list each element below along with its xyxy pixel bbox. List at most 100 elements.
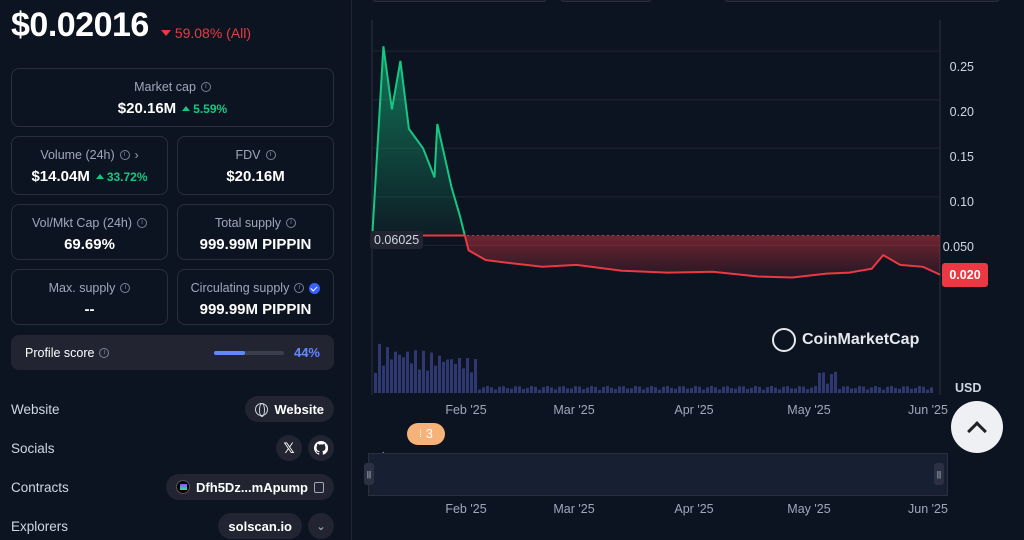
volume-bar: [610, 387, 613, 393]
price-chart[interactable]: 0.25 0.20 0.15 0.10 0.050 0.06025 0.020 …: [352, 0, 1024, 540]
volume-bar: [486, 386, 489, 393]
info-icon[interactable]: i: [294, 283, 305, 293]
explorers-row: Explorers solscan.io ⌄: [11, 512, 334, 540]
volume-bar: [930, 387, 933, 393]
volume-bar: [906, 386, 909, 393]
info-icon[interactable]: i: [200, 82, 211, 92]
y-tick-label: 0.15: [949, 150, 974, 164]
volume-bar: [862, 386, 865, 393]
event-marker[interactable]: ⁞ 3: [407, 423, 445, 445]
volume-bar: [694, 386, 697, 393]
volume-bar: [450, 359, 453, 393]
copy-icon[interactable]: [314, 481, 324, 493]
volume-value: $14.04M: [31, 168, 90, 185]
socials-label: Socials: [11, 440, 55, 456]
volume-bar: [510, 388, 513, 393]
volume-bar: [414, 350, 417, 393]
volume-bar: [418, 369, 421, 393]
volume-bar: [614, 389, 617, 393]
chevron-down-icon[interactable]: ⌄: [308, 513, 334, 539]
volume-change-text: 33.72%: [106, 169, 148, 184]
volume-card[interactable]: Volume (24h) i › $14.04M 33.72%: [11, 136, 168, 195]
explorers-links: solscan.io ⌄: [218, 513, 334, 539]
current-price-badge: 0.020: [942, 263, 988, 287]
volume-bar: [598, 389, 601, 393]
info-icon[interactable]: i: [120, 283, 131, 293]
volume-bar: [606, 386, 609, 393]
chevron-up-icon: [967, 420, 987, 441]
volume-bar: [686, 388, 689, 393]
volume-bar: [626, 388, 629, 393]
volume-bar: [374, 373, 377, 393]
volume-bar: [546, 386, 549, 393]
volume-bar: [902, 386, 905, 393]
volume-bar: [566, 388, 569, 393]
verified-icon: [309, 282, 321, 294]
volume-bar: [682, 386, 685, 393]
contract-button[interactable]: Dfh5Dz...mApump: [166, 474, 334, 500]
explorer-button[interactable]: solscan.io: [218, 513, 302, 539]
max-supply-card: Max. supply i --: [11, 269, 168, 325]
volume-bar: [518, 386, 521, 393]
volume-bar: [706, 387, 709, 393]
volume-bar: [746, 388, 749, 393]
volume-bar: [738, 386, 741, 393]
x-twitter-icon[interactable]: 𝕏: [276, 435, 302, 461]
contracts-row: Contracts Dfh5Dz...mApump: [11, 473, 334, 501]
volume-bar: [702, 389, 705, 393]
max-supply-label: Max. supply: [48, 281, 116, 295]
caret-up-icon: [182, 106, 191, 111]
volume-bar: [674, 388, 677, 393]
info-icon[interactable]: i: [119, 150, 130, 160]
volume-bar: [802, 386, 805, 393]
event-icon: ⁞: [419, 428, 422, 440]
fdv-card: FDV i $20.16M: [177, 136, 334, 195]
info-icon[interactable]: i: [137, 218, 148, 228]
profile-score[interactable]: Profile score i 44%: [11, 335, 334, 370]
volume-bar: [634, 386, 637, 393]
y-tick-label: 0.10: [949, 195, 974, 209]
info-icon[interactable]: i: [265, 150, 276, 160]
info-icon[interactable]: i: [286, 218, 296, 228]
volume-bar: [398, 354, 401, 393]
volume-bar: [874, 386, 877, 393]
y-tick-label: 0.20: [949, 105, 974, 119]
volume-bar: [558, 386, 561, 393]
volume-bar: [926, 389, 929, 393]
volume-bar: [786, 386, 789, 393]
volume-bar: [886, 386, 889, 393]
market-cap-change: 5.59%: [182, 102, 227, 116]
volume-bar: [542, 387, 545, 393]
volume-bar: [522, 388, 525, 393]
website-label: Website: [11, 401, 60, 417]
vol-mkt-label: Vol/Mkt Cap (24h): [31, 216, 133, 230]
volume-bar: [922, 386, 925, 393]
volume-bar: [818, 372, 821, 393]
x-tick-label: Feb '25: [445, 403, 487, 417]
volume-bar: [870, 387, 873, 393]
info-icon[interactable]: i: [99, 347, 110, 358]
volume-bar: [798, 386, 801, 393]
volume-bar: [434, 365, 437, 393]
volume-bar: [498, 386, 501, 393]
nav-x-tick-label: Jun '25: [908, 502, 948, 516]
price-change: 59.08% (All): [160, 25, 252, 41]
volume-bar: [898, 388, 901, 393]
market-cap-label: Market cap: [134, 80, 196, 94]
volume-bar: [762, 389, 765, 393]
website-button[interactable]: Website: [245, 396, 334, 422]
range-navigator[interactable]: [368, 453, 948, 496]
range-handle-right[interactable]: ||: [934, 463, 944, 485]
volume-bar: [754, 386, 757, 393]
circulating-supply-value: 999.99M PIPPIN: [199, 301, 312, 318]
market-cap-change-text: 5.59%: [193, 101, 228, 116]
volume-bar: [502, 386, 505, 393]
volume-bar: [726, 386, 729, 393]
range-handle-left[interactable]: ||: [364, 463, 374, 485]
price-change-text: 59.08% (All): [174, 25, 252, 41]
github-icon[interactable]: [308, 435, 334, 461]
scroll-to-top-button[interactable]: [951, 401, 1003, 453]
volume-bar: [402, 357, 405, 393]
volume-bar: [478, 389, 481, 393]
fdv-value: $20.16M: [226, 168, 285, 185]
